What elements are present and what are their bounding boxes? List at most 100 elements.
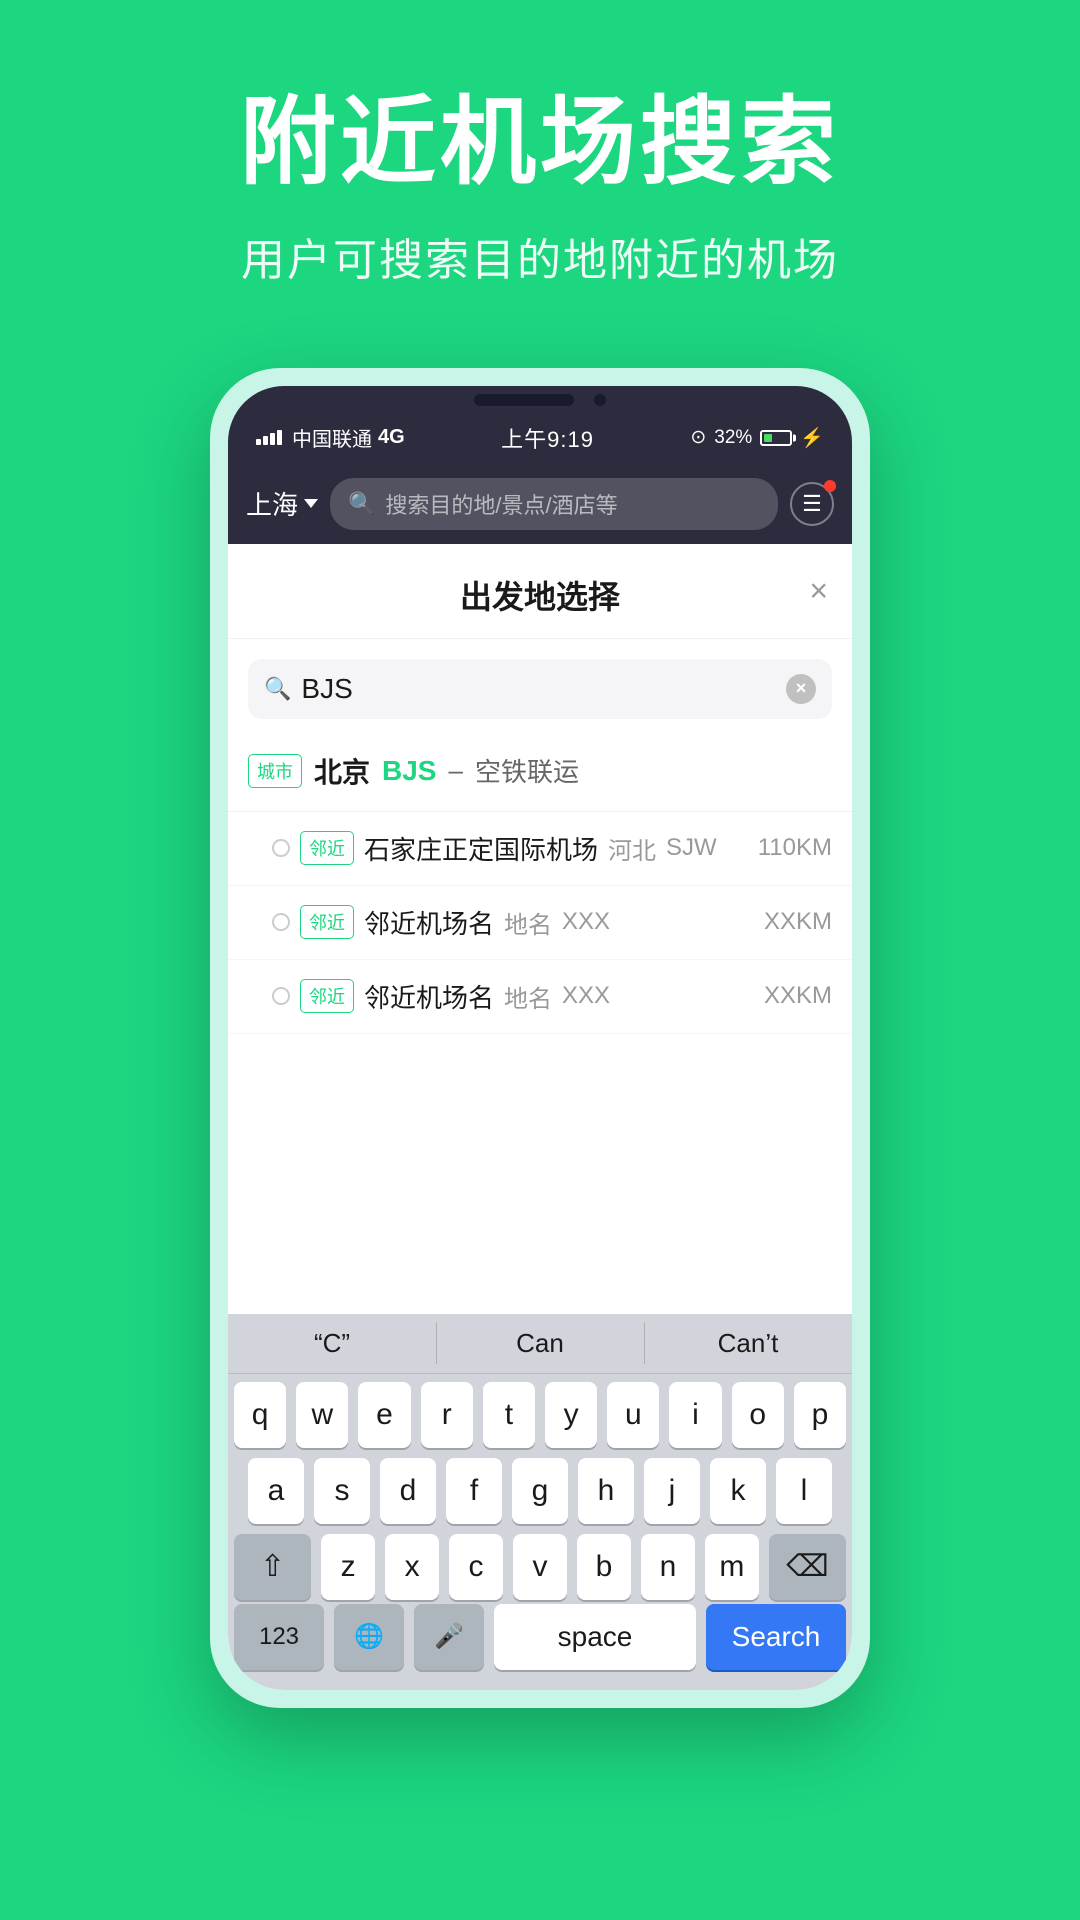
key-b[interactable]: b bbox=[577, 1534, 631, 1600]
hero-subtitle: 用户可搜索目的地附近的机场 bbox=[0, 224, 1080, 288]
nearby-indicator-icon-3 bbox=[272, 987, 290, 1005]
city-tag: 城市 bbox=[248, 754, 302, 788]
phone-mockup: 中国联通 4G 上午9:19 ⊙ 32% ⚡ 上海 bbox=[0, 368, 1080, 1708]
key-e[interactable]: e bbox=[358, 1382, 410, 1448]
key-y[interactable]: y bbox=[545, 1382, 597, 1448]
key-l[interactable]: l bbox=[776, 1458, 832, 1524]
modal-area: 出发地选择 × 🔍 BJS × 城市 北京 BJS – 空铁联运 bbox=[228, 544, 852, 1690]
nearby-airport-row-2[interactable]: 邻近 邻近机场名 地名 XXX XXKM bbox=[228, 886, 852, 960]
modal-search-value: BJS bbox=[301, 673, 776, 705]
key-mic[interactable]: 🎤 bbox=[414, 1604, 484, 1670]
key-z[interactable]: z bbox=[321, 1534, 375, 1600]
nearby-distance-2: XXKM bbox=[764, 908, 832, 936]
modal-close-button[interactable]: × bbox=[809, 572, 828, 609]
chat-icon[interactable]: ☰ bbox=[790, 482, 834, 526]
key-row-1: q w e r t y u i o p bbox=[234, 1382, 846, 1448]
nearby-code-1: SJW bbox=[666, 834, 717, 862]
nearby-airports-list: 邻近 石家庄正定国际机场 河北 SJW 110KM 邻近 邻近机场名 地名 XX… bbox=[228, 812, 852, 1034]
modal-search-icon: 🔍 bbox=[264, 676, 291, 702]
signal-bar-4 bbox=[277, 430, 282, 445]
chevron-down-icon bbox=[304, 499, 318, 508]
nearby-tag-3: 邻近 bbox=[300, 979, 354, 1013]
key-r[interactable]: r bbox=[421, 1382, 473, 1448]
battery-fill bbox=[764, 434, 772, 442]
nearby-airport-name-3: 邻近机场名 bbox=[364, 978, 494, 1015]
nearby-airport-row-1[interactable]: 邻近 石家庄正定国际机场 河北 SJW 110KM bbox=[228, 812, 852, 886]
city-name: 上海 bbox=[246, 485, 298, 522]
city-selector[interactable]: 上海 bbox=[246, 485, 318, 522]
key-m[interactable]: m bbox=[705, 1534, 759, 1600]
location-icon: ⊙ bbox=[690, 426, 706, 449]
key-f[interactable]: f bbox=[446, 1458, 502, 1524]
status-bar: 中国联通 4G 上午9:19 ⊙ 32% ⚡ bbox=[228, 412, 852, 464]
keyboard-area: “C” Can Can’t q w bbox=[228, 1314, 852, 1690]
app-header: 上海 🔍 搜索目的地/景点/酒店等 ☰ bbox=[228, 464, 852, 544]
suggestion-item-2[interactable]: Can bbox=[436, 1314, 644, 1373]
key-u[interactable]: u bbox=[607, 1382, 659, 1448]
keyboard-suggestions: “C” Can Can’t bbox=[228, 1314, 852, 1374]
content-spacer bbox=[228, 1034, 852, 1314]
key-h[interactable]: h bbox=[578, 1458, 634, 1524]
key-g[interactable]: g bbox=[512, 1458, 568, 1524]
search-bar[interactable]: 🔍 搜索目的地/景点/酒店等 bbox=[330, 478, 778, 530]
nearby-code-2: XXX bbox=[562, 908, 610, 936]
key-c[interactable]: c bbox=[449, 1534, 503, 1600]
key-123[interactable]: 123 bbox=[234, 1604, 324, 1670]
modal-title: 出发地选择 bbox=[460, 572, 620, 618]
key-search[interactable]: Search bbox=[706, 1604, 846, 1670]
key-d[interactable]: d bbox=[380, 1458, 436, 1524]
suggestion-item-3[interactable]: Can’t bbox=[644, 1314, 852, 1373]
nearby-distance-1: 110KM bbox=[758, 834, 832, 862]
key-s[interactable]: s bbox=[314, 1458, 370, 1524]
key-a[interactable]: a bbox=[248, 1458, 304, 1524]
modal-search-input[interactable]: 🔍 BJS × bbox=[248, 659, 832, 719]
nearby-tag-1: 邻近 bbox=[300, 831, 354, 865]
nearby-code-3: XXX bbox=[562, 982, 610, 1010]
key-space[interactable]: space bbox=[494, 1604, 696, 1670]
city-result-name: 北京 bbox=[314, 751, 370, 791]
nearby-indicator-icon bbox=[272, 839, 290, 857]
key-j[interactable]: j bbox=[644, 1458, 700, 1524]
signal-bar-1 bbox=[256, 439, 261, 445]
key-o[interactable]: o bbox=[732, 1382, 784, 1448]
key-globe[interactable]: 🌐 bbox=[334, 1604, 404, 1670]
notch-speaker bbox=[474, 394, 574, 406]
nearby-region-2: 地名 bbox=[504, 905, 552, 940]
key-i[interactable]: i bbox=[669, 1382, 721, 1448]
key-x[interactable]: x bbox=[385, 1534, 439, 1600]
key-p[interactable]: p bbox=[794, 1382, 846, 1448]
nearby-indicator-icon-2 bbox=[272, 913, 290, 931]
city-result-row[interactable]: 城市 北京 BJS – 空铁联运 bbox=[228, 731, 852, 812]
key-n[interactable]: n bbox=[641, 1534, 695, 1600]
chat-badge bbox=[824, 480, 836, 492]
nearby-airport-name-1: 石家庄正定国际机场 bbox=[364, 830, 598, 867]
city-result-code: BJS bbox=[382, 755, 436, 787]
key-w[interactable]: w bbox=[296, 1382, 348, 1448]
nearby-tag-2: 邻近 bbox=[300, 905, 354, 939]
phone-inner: 中国联通 4G 上午9:19 ⊙ 32% ⚡ 上海 bbox=[228, 386, 852, 1690]
modal-search-clear-button[interactable]: × bbox=[786, 674, 816, 704]
key-delete[interactable]: ⌫ bbox=[769, 1534, 846, 1600]
nearby-airport-row-3[interactable]: 邻近 邻近机场名 地名 XXX XXKM bbox=[228, 960, 852, 1034]
key-t[interactable]: t bbox=[483, 1382, 535, 1448]
battery-icon bbox=[760, 430, 792, 446]
battery-percent: 32% bbox=[714, 427, 752, 449]
chat-symbol: ☰ bbox=[802, 491, 822, 517]
key-v[interactable]: v bbox=[513, 1534, 567, 1600]
charging-icon: ⚡ bbox=[800, 426, 824, 450]
key-row-2: a s d f g h j k l bbox=[234, 1458, 846, 1524]
suggestion-item-1[interactable]: “C” bbox=[228, 1314, 436, 1373]
network-label: 4G bbox=[378, 426, 405, 449]
modal-header: 出发地选择 × bbox=[228, 544, 852, 639]
city-result-dash: – bbox=[448, 755, 462, 786]
status-time: 上午9:19 bbox=[501, 422, 594, 454]
key-q[interactable]: q bbox=[234, 1382, 286, 1448]
nearby-region-1: 河北 bbox=[608, 831, 656, 866]
nearby-airport-name-2: 邻近机场名 bbox=[364, 904, 494, 941]
hero-title: 附近机场搜索 bbox=[0, 90, 1080, 196]
carrier-label: 中国联通 bbox=[292, 423, 372, 452]
key-k[interactable]: k bbox=[710, 1458, 766, 1524]
key-shift[interactable]: ⇧ bbox=[234, 1534, 311, 1600]
keyboard-rows: q w e r t y u i o p a bbox=[228, 1374, 852, 1604]
nearby-region-3: 地名 bbox=[504, 979, 552, 1014]
